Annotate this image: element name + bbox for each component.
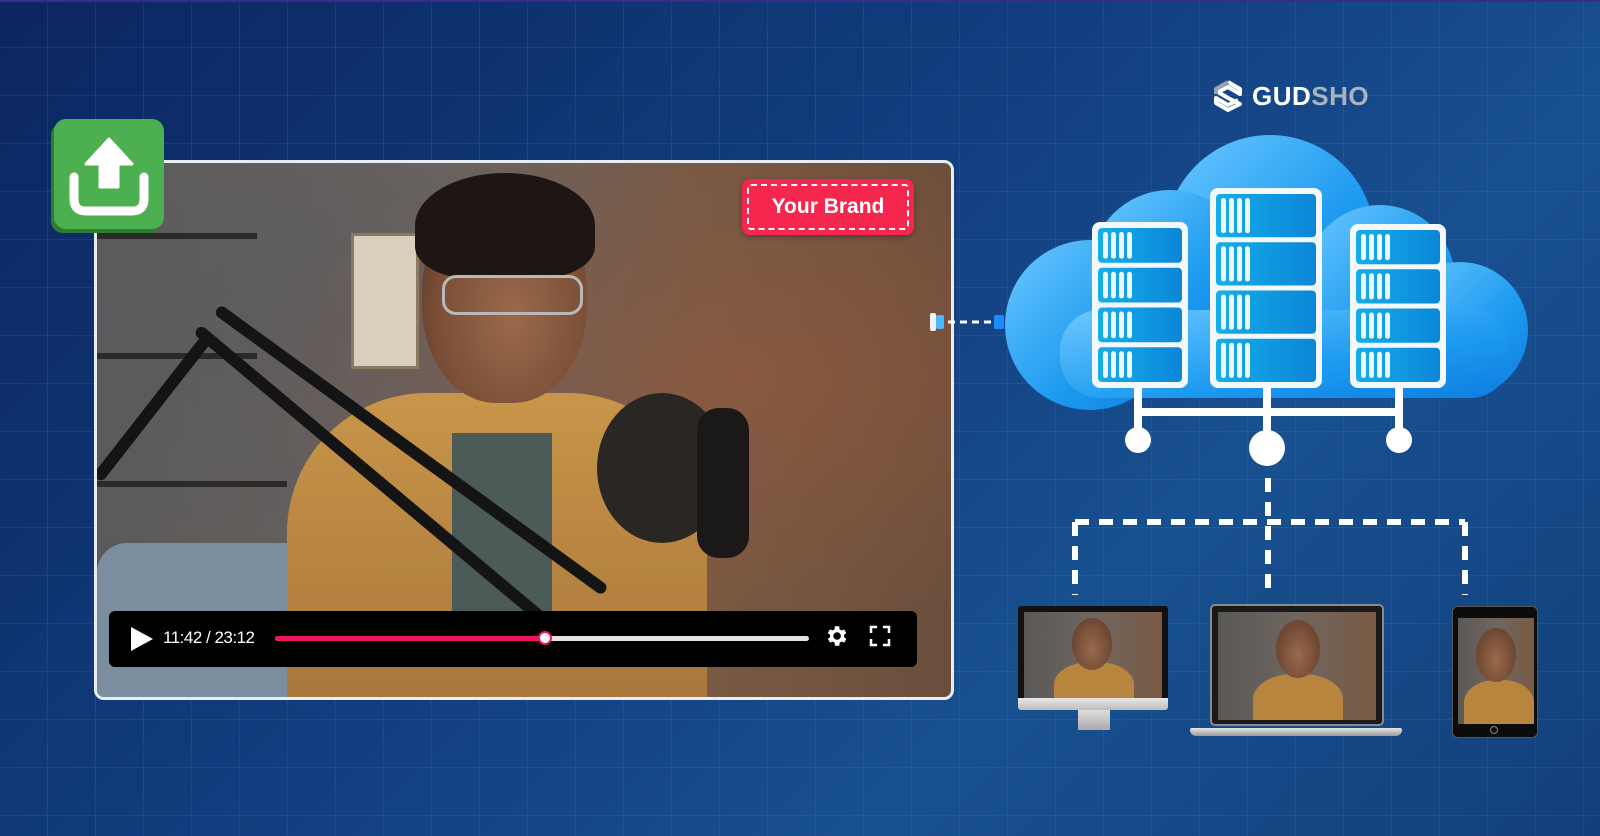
server-led-bar	[1111, 232, 1116, 259]
server-led-bar	[1127, 311, 1132, 339]
server-led-bar	[1377, 312, 1382, 339]
microphone	[697, 408, 749, 558]
server-led-bar	[1229, 198, 1234, 234]
server-led-bar	[1221, 342, 1226, 378]
shelf	[97, 481, 287, 487]
server-led-bar	[1369, 273, 1374, 300]
distribution-lines	[1072, 478, 1468, 595]
server-led-bar	[1111, 271, 1116, 299]
server-led-bar	[1127, 232, 1132, 259]
gudsho-logo-icon	[1214, 80, 1242, 112]
server-led-bar	[1369, 234, 1374, 261]
server-unit	[1098, 307, 1182, 343]
wall-art	[351, 233, 419, 369]
server-led-bar	[1385, 312, 1390, 339]
person-hair	[415, 173, 595, 278]
server-led-bar	[1245, 198, 1250, 234]
server-led-bar	[1361, 312, 1366, 339]
cloud-server-diagram	[1005, 135, 1528, 466]
server-led-bar	[1103, 311, 1108, 339]
brand-watermark: Your Brand	[742, 179, 914, 235]
server-led-bar	[1119, 232, 1124, 259]
server-led-bar	[1377, 273, 1382, 300]
server-led-bar	[1237, 342, 1242, 378]
server-led-bar	[1385, 351, 1390, 378]
server-led-bar	[1245, 342, 1250, 378]
desktop-stand	[1078, 710, 1110, 730]
server-led-bar	[1221, 198, 1226, 234]
server-rack	[1350, 224, 1446, 388]
player-cloud-connector	[930, 313, 1004, 331]
server-led-bar	[1119, 351, 1124, 378]
server-led-bar	[1111, 351, 1116, 378]
server-led-bar	[1377, 351, 1382, 378]
server-unit	[1356, 347, 1440, 382]
server-unit	[1356, 230, 1440, 265]
play-icon[interactable]	[131, 627, 153, 651]
server-led-bar	[1237, 294, 1242, 330]
server-led-bar	[1229, 342, 1234, 378]
server-led-bar	[1237, 198, 1242, 234]
person-shirt	[452, 433, 552, 633]
server-led-bar	[1369, 351, 1374, 378]
server-led-bar	[1229, 246, 1234, 282]
server-rack	[1210, 188, 1322, 388]
server-unit	[1356, 308, 1440, 343]
server-led-bar	[1361, 273, 1366, 300]
seek-bar[interactable]	[275, 631, 809, 645]
server-led-bar	[1245, 246, 1250, 282]
player-controls: 11:42 / 23:12	[109, 611, 917, 667]
logo-text-gud: GUD	[1252, 80, 1312, 111]
gear-icon[interactable]	[823, 623, 849, 649]
brand-watermark-label: Your Brand	[747, 184, 909, 230]
server-led-bar	[1377, 234, 1382, 261]
server-led-bar	[1221, 294, 1226, 330]
server-led-bar	[1119, 271, 1124, 299]
server-led-bar	[1127, 271, 1132, 299]
laptop-screen	[1218, 612, 1376, 720]
server-unit	[1098, 267, 1182, 303]
seek-bar-handle[interactable]	[537, 631, 552, 645]
server-led-bar	[1111, 311, 1116, 339]
video-player[interactable]: Your Brand 11:42 / 23:12	[94, 160, 954, 700]
shelf	[97, 233, 257, 239]
server-led-bar	[1127, 351, 1132, 378]
server-unit	[1098, 228, 1182, 263]
server-led-bar	[1385, 234, 1390, 261]
server-led-bar	[1361, 351, 1366, 378]
server-led-bar	[1245, 294, 1250, 330]
seek-bar-progress	[275, 636, 545, 641]
server-bus	[1125, 388, 1412, 466]
desktop-chin	[1018, 698, 1168, 710]
server-led-bar	[1119, 311, 1124, 339]
server-unit	[1356, 269, 1440, 304]
server-unit	[1098, 347, 1182, 382]
top-strip	[0, 0, 1600, 2]
tablet-home-button	[1490, 726, 1498, 734]
laptop-base	[1190, 728, 1402, 736]
server-led-bar	[1369, 312, 1374, 339]
server-led-bar	[1103, 271, 1108, 299]
glasses	[442, 275, 583, 315]
desktop-screen	[1024, 612, 1162, 698]
server-led-bar	[1103, 351, 1108, 378]
server-led-bar	[1385, 273, 1390, 300]
server-led-bar	[1221, 246, 1226, 282]
upload-icon	[69, 137, 149, 216]
server-rack	[1092, 222, 1188, 388]
server-led-bar	[1229, 294, 1234, 330]
server-led-bar	[1361, 234, 1366, 261]
tablet-screen	[1458, 618, 1534, 724]
server-led-bar	[1237, 246, 1242, 282]
time-display: 11:42 / 23:12	[163, 628, 255, 647]
fullscreen-icon[interactable]	[869, 625, 891, 647]
upload-button[interactable]	[54, 119, 164, 229]
gudsho-logo: GUDSHO	[1212, 80, 1369, 112]
server-led-bar	[1103, 232, 1108, 259]
logo-text-sho: SHO	[1311, 80, 1370, 111]
